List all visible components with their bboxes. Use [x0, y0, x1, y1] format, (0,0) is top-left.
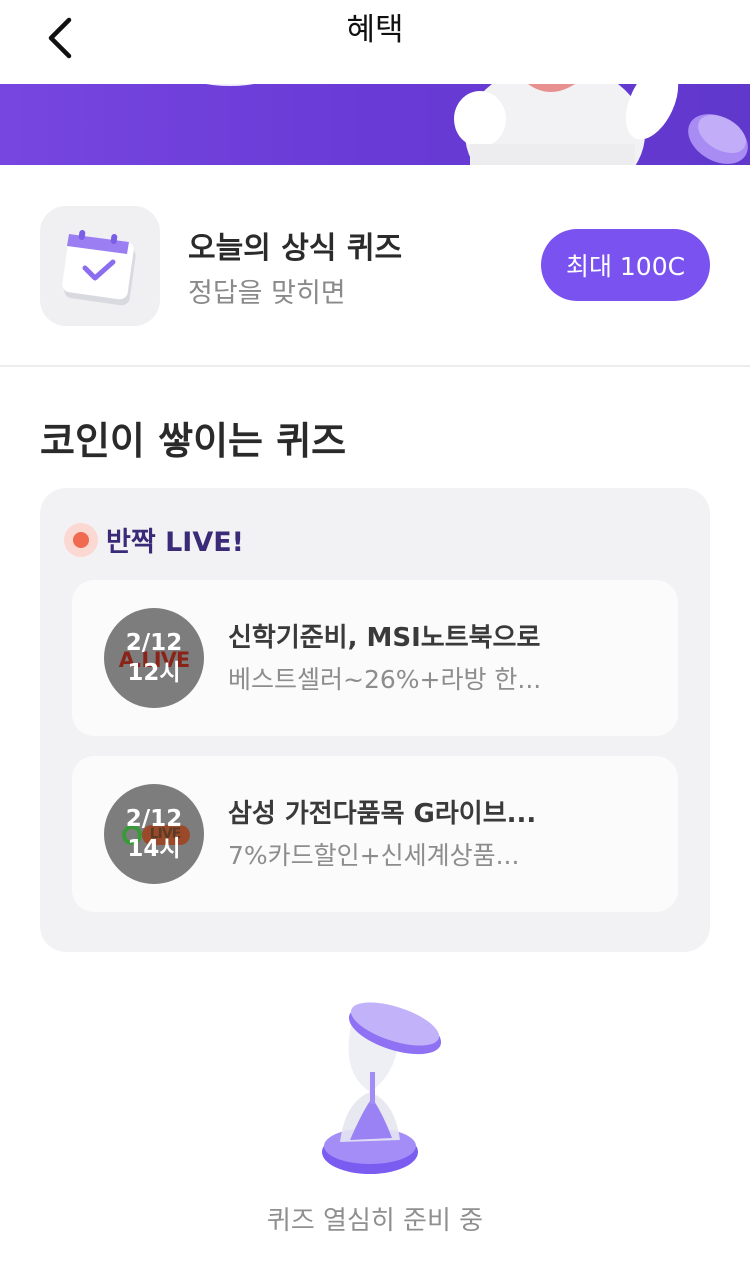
daily-quiz-row[interactable]: 오늘의 상식 퀴즈 정답을 맞히면 최대 100C — [0, 165, 750, 367]
live-quiz-subtitle: 7%카드할인+신세계상품... — [228, 841, 520, 870]
live-quiz-card[interactable]: LIVE 2/12 14시 삼성 가전다품목 G라이브... 7%카드할인+신세… — [72, 756, 678, 912]
live-dot-icon — [64, 522, 98, 557]
calendar-check-icon — [62, 230, 136, 306]
broadcast-date: 2/12 — [125, 630, 183, 656]
live-quiz-card[interactable]: A.LIVE 2/12 12시 신학기준비, MSI노트북으로 베스트셀러~26… — [72, 580, 678, 736]
broadcast-date: 2/12 — [125, 806, 183, 832]
broadcast-hour: 14시 — [127, 836, 181, 862]
broadcast-time: 2/12 14시 — [104, 804, 204, 864]
preparing-text: 퀴즈 열심히 준비 중 — [266, 1206, 484, 1236]
hourglass-icon — [322, 1002, 442, 1174]
live-quiz-subtitle: 베스트셀러~26%+라방 한... — [228, 665, 542, 694]
daily-quiz-title: 오늘의 상식 퀴즈 — [188, 231, 403, 266]
broadcast-time: 2/12 12시 — [104, 628, 204, 688]
live-label-text: 반짝 LIVE! — [106, 527, 244, 558]
live-thumbnail: A.LIVE 2/12 12시 — [104, 608, 204, 708]
live-quiz-title: 신학기준비, MSI노트북으로 — [228, 623, 541, 653]
live-quiz-panel: 반짝 LIVE! A.LIVE 2/12 12시 신학기준비, MSI노트북으로… — [40, 488, 710, 952]
benefits-page: 혜택 오늘의 상식 퀴즈 정답을 맞히면 최대 100C 코인이 쌓이는 퀴즈 … — [0, 0, 750, 1277]
broadcast-hour: 12시 — [127, 660, 181, 686]
live-label: 반짝 LIVE! — [64, 520, 244, 559]
coin-quiz-section-title: 코인이 쌓이는 퀴즈 — [40, 419, 347, 463]
live-quiz-title: 삼성 가전다품목 G라이브... — [228, 799, 537, 829]
daily-quiz-subtitle: 정답을 맞히면 — [188, 278, 346, 309]
promo-banner[interactable] — [0, 84, 750, 165]
live-thumbnail: LIVE 2/12 14시 — [104, 784, 204, 884]
top-app-bar: 혜택 — [0, 0, 750, 84]
max-reward-button[interactable]: 최대 100C — [541, 229, 710, 301]
banner-illustration — [206, 84, 748, 165]
daily-quiz-icon-tile — [40, 206, 160, 326]
page-title: 혜택 — [346, 12, 404, 48]
